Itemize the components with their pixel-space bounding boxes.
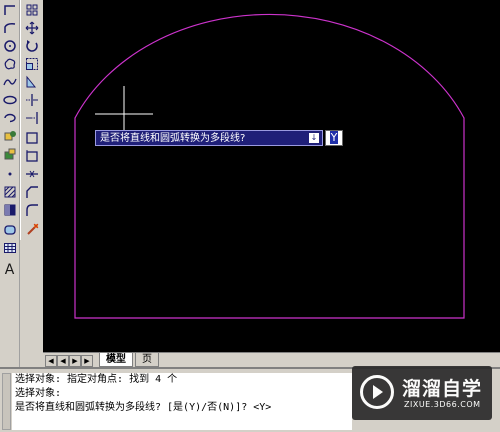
gradient-icon[interactable] — [1, 202, 18, 218]
command-line: 是否将直线和圆弧转换为多段线? [是(Y)/否(N)]? <Y> — [15, 402, 272, 413]
region-icon[interactable] — [1, 222, 18, 238]
last-tab-icon[interactable]: ▶ — [81, 355, 93, 367]
text-tool-icon[interactable]: A — [1, 262, 18, 278]
fillet-icon[interactable] — [23, 202, 40, 218]
ellipse-arc-icon[interactable] — [1, 110, 18, 126]
tab-layout[interactable]: 页 — [135, 353, 159, 367]
dynamic-input-prompt: 是否将直线和圆弧转换为多段线? ↓ — [95, 130, 323, 146]
modify-toolbar — [20, 0, 44, 240]
watermark-url: ZIXUE.3D66.COM — [404, 400, 481, 409]
circle-icon[interactable] — [1, 38, 18, 54]
break-at-point-icon[interactable] — [23, 148, 40, 164]
scale-icon[interactable] — [23, 56, 40, 72]
trim-icon[interactable] — [23, 92, 40, 108]
explode-icon[interactable] — [23, 222, 40, 238]
watermark-name: 溜溜自学 — [402, 378, 483, 400]
watermark-logo-icon — [360, 375, 394, 409]
make-block-icon[interactable] — [1, 146, 18, 162]
hatch-icon[interactable] — [1, 184, 18, 200]
ellipse-icon[interactable] — [1, 92, 18, 108]
point-icon[interactable] — [1, 166, 18, 182]
prompt-input-field[interactable]: Y — [325, 130, 343, 146]
polyline-icon[interactable] — [1, 20, 18, 36]
prompt-question: 是否将直线和圆弧转换为多段线? — [100, 133, 246, 144]
layout-tab-bar: ◀ ◀ ▶ ▶ 模型 页 — [43, 352, 500, 367]
command-history[interactable]: 选择对象: 指定对角点: 找到 4 个 选择对象: 是否将直线和圆弧转换为多段线… — [12, 373, 352, 430]
revcloud-icon[interactable] — [1, 56, 18, 72]
break-icon[interactable] — [23, 130, 40, 146]
rotate-icon[interactable] — [23, 38, 40, 54]
insert-block-icon[interactable] — [1, 128, 18, 144]
array-icon[interactable] — [23, 2, 40, 18]
line-icon[interactable] — [1, 2, 18, 18]
move-icon[interactable] — [23, 20, 40, 36]
spline-icon[interactable] — [1, 74, 18, 90]
drawing-canvas[interactable] — [43, 0, 500, 352]
arch-polyline — [74, 13, 465, 319]
next-tab-icon[interactable]: ▶ — [69, 355, 81, 367]
join-icon[interactable] — [23, 166, 40, 182]
table-icon[interactable] — [1, 240, 18, 256]
first-tab-icon[interactable]: ◀ — [45, 355, 57, 367]
prompt-options-arrow-icon[interactable]: ↓ — [309, 133, 319, 143]
command-line: 选择对象: 指定对角点: 找到 4 个 — [15, 374, 178, 385]
extend-icon[interactable] — [23, 110, 40, 126]
draw-toolbar: A — [0, 0, 20, 370]
stretch-icon[interactable] — [23, 74, 40, 90]
command-scrollbar[interactable] — [2, 373, 11, 430]
tab-model[interactable]: 模型 — [99, 353, 133, 367]
command-line: 选择对象: — [15, 388, 62, 399]
prev-tab-icon[interactable]: ◀ — [57, 355, 69, 367]
watermark: 溜溜自学 ZIXUE.3D66.COM — [352, 366, 492, 420]
prompt-input-value: Y — [329, 131, 339, 144]
chamfer-icon[interactable] — [23, 184, 40, 200]
